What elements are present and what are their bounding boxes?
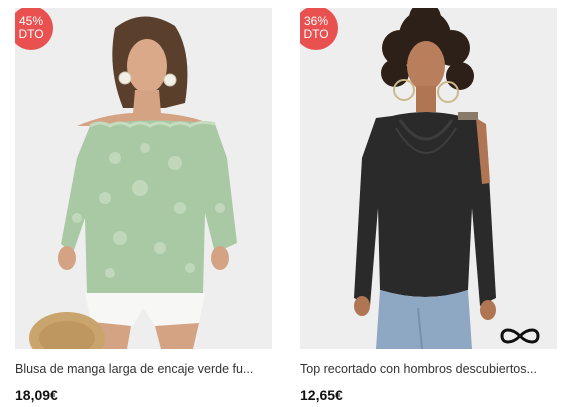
model-photo-lace-blouse [15, 8, 272, 349]
product-title[interactable]: Blusa de manga larga de encaje verde fu.… [15, 362, 272, 376]
product-card[interactable]: 36% DTO Top recortado con hombros descub… [300, 8, 557, 403]
product-title[interactable]: Top recortado con hombros descubiertos..… [300, 362, 557, 376]
discount-label: DTO [18, 27, 44, 41]
product-card[interactable]: 45% DTO Blusa de manga larga de encaje v… [15, 8, 272, 403]
product-price: 18,09€ [15, 387, 58, 403]
product-image[interactable]: 36% DTO [300, 8, 557, 349]
product-image[interactable]: 45% DTO [15, 8, 272, 349]
model-photo-black-top [300, 8, 557, 349]
product-price: 12,65€ [300, 387, 343, 403]
discount-label: DTO [303, 27, 329, 41]
